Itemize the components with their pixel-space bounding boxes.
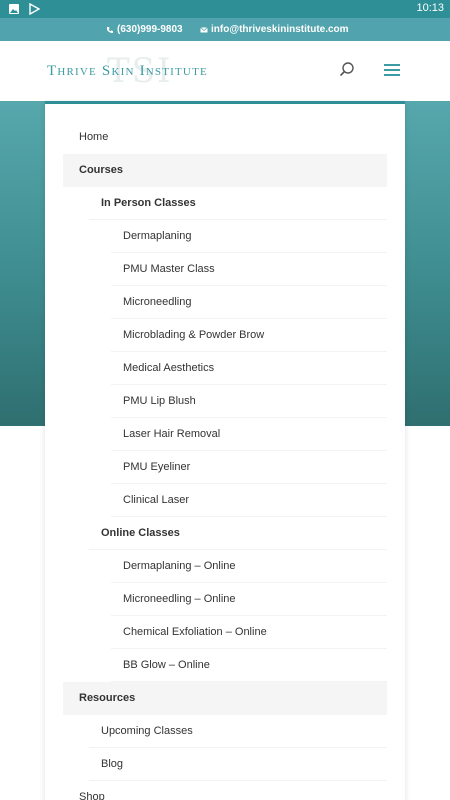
menu-item-in-person-classes[interactable]: In Person Classes (89, 187, 387, 220)
menu-item-laser-hair-removal[interactable]: Laser Hair Removal (111, 418, 387, 451)
hamburger-menu-icon[interactable] (382, 61, 402, 79)
menu-item-dermaplaning[interactable]: Dermaplaning (111, 220, 387, 253)
logo-text: Thrive Skin Institute (47, 63, 208, 79)
menu-item-pmu-eyeliner[interactable]: PMU Eyeliner (111, 451, 387, 484)
menu-item-medical-aesthetics[interactable]: Medical Aesthetics (111, 352, 387, 385)
phone-number: (630)999-9803 (117, 24, 183, 35)
status-bar: 10:13 (0, 0, 450, 18)
mobile-menu-panel: Home Courses In Person Classes Dermaplan… (45, 101, 405, 800)
menu-item-pmu-lip-blush[interactable]: PMU Lip Blush (111, 385, 387, 418)
menu-item-home[interactable]: Home (63, 121, 387, 154)
contact-bar: (630)999-9803 info@thriveskininstitute.c… (0, 18, 450, 41)
menu-item-courses[interactable]: Courses (63, 154, 387, 187)
menu-item-chemical-exfoliation-online[interactable]: Chemical Exfoliation – Online (111, 616, 387, 649)
play-store-icon (29, 3, 40, 15)
site-header: TSI Thrive Skin Institute (0, 41, 450, 101)
phone-icon (107, 26, 113, 33)
status-icons (8, 3, 40, 15)
image-icon (9, 4, 19, 14)
menu-item-bb-glow-online[interactable]: BB Glow – Online (111, 649, 387, 682)
menu-item-shop[interactable]: Shop (63, 781, 387, 800)
menu-item-microneedling-online[interactable]: Microneedling – Online (111, 583, 387, 616)
menu-item-dermaplaning-online[interactable]: Dermaplaning – Online (111, 550, 387, 583)
menu-item-online-classes[interactable]: Online Classes (89, 517, 387, 550)
menu-item-microblading-powder-brow[interactable]: Microblading & Powder Brow (111, 319, 387, 352)
menu-item-clinical-laser[interactable]: Clinical Laser (111, 484, 387, 517)
email-icon (200, 26, 208, 32)
menu-item-upcoming-classes[interactable]: Upcoming Classes (89, 715, 387, 748)
menu-item-resources[interactable]: Resources (63, 682, 387, 715)
email-link[interactable]: info@thriveskininstitute.com (200, 24, 349, 35)
phone-link[interactable]: (630)999-9803 (106, 24, 183, 35)
menu-item-blog[interactable]: Blog (89, 748, 387, 781)
site-logo[interactable]: TSI Thrive Skin Institute (47, 51, 237, 91)
email-address: info@thriveskininstitute.com (211, 24, 349, 35)
menu-item-microneedling[interactable]: Microneedling (111, 286, 387, 319)
menu-item-pmu-master-class[interactable]: PMU Master Class (111, 253, 387, 286)
status-time: 10:13 (416, 2, 444, 14)
search-icon[interactable] (338, 61, 356, 79)
